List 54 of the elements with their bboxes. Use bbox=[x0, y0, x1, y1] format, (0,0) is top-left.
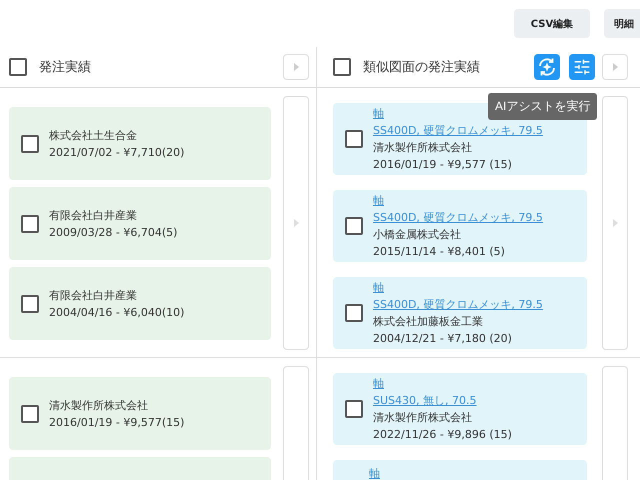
order-summary: 2022/11/26 - ¥9,896 (15) bbox=[373, 427, 512, 443]
checkbox[interactable] bbox=[345, 217, 363, 235]
company-name: 株式会社加藤板金工業 bbox=[373, 314, 484, 330]
similar-order-card[interactable]: 軸 SUS430, 無し, 70.5 清水製作所株式会社 2022/11/26 - ¥9,896 (15) bbox=[333, 373, 587, 445]
caret-icon bbox=[612, 219, 618, 227]
order-summary: 2021/07/02 - ¥7,710(20) bbox=[49, 144, 184, 160]
checkbox[interactable] bbox=[345, 400, 363, 418]
section-title: 類似図面の発注実績 bbox=[363, 59, 481, 76]
checkbox[interactable] bbox=[333, 58, 351, 76]
category-link[interactable]: 軸 bbox=[373, 375, 512, 392]
order-summary: 2009/03/28 - ¥6,704(5) bbox=[49, 224, 178, 240]
checkbox[interactable] bbox=[21, 214, 39, 232]
company-name: 小橋金属株式会社 bbox=[373, 227, 462, 243]
sliders-icon bbox=[573, 58, 591, 76]
order-summary: 2016/01/19 - ¥9,577 (15) bbox=[373, 157, 513, 173]
similar-order-card[interactable]: 軸 bbox=[333, 460, 587, 480]
order-summary: 2016/01/19 - ¥9,577(15) bbox=[49, 414, 184, 430]
filter-button[interactable] bbox=[569, 54, 595, 80]
section-title: 発注実績 bbox=[39, 59, 92, 76]
company-name: 有限会社白井産業 bbox=[49, 208, 138, 224]
checkbox[interactable] bbox=[9, 58, 27, 76]
caret-icon bbox=[294, 219, 298, 227]
toolbar-button[interactable]: CSV編集 bbox=[514, 9, 590, 38]
order-summary: 2004/12/21 - ¥7,180 (20) bbox=[373, 331, 513, 347]
toolbar-button[interactable]: 明細 bbox=[604, 9, 640, 38]
category-link[interactable]: 軸 bbox=[373, 279, 543, 296]
order-summary: 2004/04/16 - ¥6,040(10) bbox=[49, 304, 184, 320]
order-card[interactable]: 株式会社土生合金 2021/07/02 - ¥7,710(20) bbox=[9, 107, 271, 180]
tooltip: AIアシストを実行 bbox=[488, 93, 598, 120]
similar-order-card[interactable]: 軸 SS400D, 硬質クロムメッキ, 79.5 小橋金属株式会社 2015/11/14 - ¥8,401 (5) bbox=[333, 190, 587, 262]
checkbox[interactable] bbox=[21, 134, 39, 152]
company-name: 株式会社土生合金 bbox=[49, 128, 138, 144]
spec-link[interactable]: SUS430, 無し, 70.5 bbox=[373, 392, 512, 409]
order-card[interactable]: 有限会社白井産業 2009/03/28 - ¥6,704(5) bbox=[9, 187, 271, 260]
refresh-sparkle-icon bbox=[537, 57, 557, 77]
order-summary: 2015/11/14 - ¥8,401 (5) bbox=[373, 244, 506, 260]
company-name: 有限会社白井産業 bbox=[49, 288, 138, 304]
category-link[interactable]: 軸 bbox=[373, 192, 543, 209]
similar-order-card[interactable]: 軸 SS400D, 硬質クロムメッキ, 79.5 株式会社加藤板金工業 2004/12/21 - ¥7,180 (20) bbox=[333, 277, 587, 349]
company-name: 清水製作所株式会社 bbox=[373, 410, 473, 426]
spec-link[interactable]: SS400D, 硬質クロムメッキ, 79.5 bbox=[373, 296, 543, 313]
order-card[interactable]: 清水製作所株式会社 2016/01/19 - ¥9,577(15) bbox=[9, 377, 271, 450]
company-name: 清水製作所株式会社 bbox=[373, 140, 473, 156]
checkbox[interactable] bbox=[345, 304, 363, 322]
company-name: 清水製作所株式会社 bbox=[49, 398, 149, 414]
checkbox[interactable] bbox=[21, 294, 39, 312]
caret-icon bbox=[294, 63, 298, 71]
spec-link[interactable]: SS400D, 硬質クロムメッキ, 79.5 bbox=[373, 209, 543, 226]
caret-icon bbox=[612, 63, 618, 71]
order-card[interactable]: 有限会社白井産業 2004/04/16 - ¥6,040(10) bbox=[9, 267, 271, 340]
checkbox[interactable] bbox=[21, 404, 39, 422]
spec-link[interactable]: SS400D, 硬質クロムメッキ, 79.5 bbox=[373, 122, 543, 139]
checkbox[interactable] bbox=[345, 130, 363, 148]
category-link[interactable]: 軸 bbox=[369, 465, 380, 480]
